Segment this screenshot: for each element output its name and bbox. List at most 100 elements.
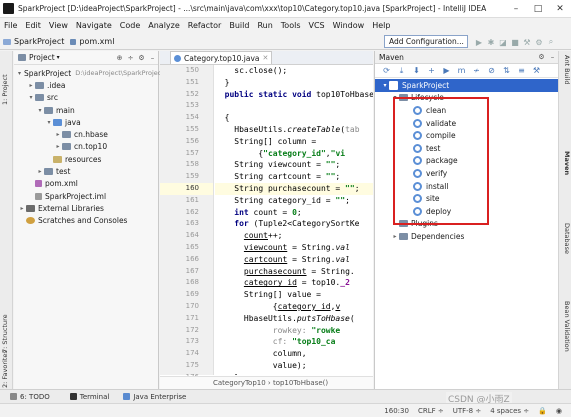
- code-line[interactable]: column,: [215, 348, 373, 360]
- code-line[interactable]: String purchasecount = "";: [215, 182, 373, 195]
- build-icon[interactable]: ⚒: [521, 38, 533, 47]
- project-tree-item[interactable]: ▾ main: [14, 104, 158, 116]
- code-line[interactable]: cartcount = String.val: [215, 254, 373, 266]
- code-line[interactable]: viewcount = String.val: [215, 242, 373, 254]
- project-panel-title[interactable]: Project: [29, 53, 55, 62]
- code-line[interactable]: category_id = top10._2: [215, 277, 373, 289]
- project-tree-item[interactable]: ▾ SparkProject D:\ideaProject\SparkProject: [14, 67, 164, 79]
- minimize-button[interactable]: –: [505, 0, 527, 17]
- menu-vcs[interactable]: VCS: [305, 18, 329, 34]
- run-maven-icon[interactable]: ▶: [439, 66, 454, 75]
- add-icon[interactable]: +: [424, 66, 439, 75]
- database-tool-tab[interactable]: Database: [560, 223, 571, 269]
- maximize-button[interactable]: □: [527, 0, 549, 17]
- project-tree-item[interactable]: ▸ cn.top10: [14, 141, 158, 153]
- menu-file[interactable]: File: [0, 18, 21, 34]
- breadcrumb-file[interactable]: pom.xml: [64, 37, 114, 46]
- code-line[interactable]: String[] column =: [215, 136, 373, 148]
- code-line[interactable]: }: [215, 77, 373, 89]
- code-line[interactable]: {category_id,v: [215, 301, 373, 313]
- file-encoding[interactable]: UTF-8 ÷: [453, 407, 482, 415]
- chevron-right-icon[interactable]: ▸: [18, 205, 26, 212]
- settings-icon[interactable]: ⚙: [533, 38, 545, 47]
- chevron-down-icon[interactable]: ▾: [18, 70, 21, 77]
- code-line[interactable]: public static void top10ToHbase: [215, 89, 373, 101]
- debug-icon[interactable]: ✱: [485, 38, 497, 47]
- show-dependencies-icon[interactable]: ⇅: [499, 66, 514, 75]
- event-log-icon[interactable]: ◉: [556, 407, 562, 415]
- menu-analyze[interactable]: Analyze: [144, 18, 184, 34]
- code-line[interactable]: purchasecount = String.: [215, 266, 373, 278]
- project-tree-item[interactable]: ▸ .idea: [14, 79, 158, 91]
- maven-dependencies-node[interactable]: ▸ Dependencies: [375, 230, 558, 243]
- generate-sources-icon[interactable]: ⤓: [394, 66, 409, 76]
- stop-icon[interactable]: ■: [509, 38, 521, 47]
- code-line[interactable]: String cartcount = "";: [215, 171, 373, 183]
- project-tree-item[interactable]: ▸ test: [14, 165, 158, 177]
- gear-icon[interactable]: ⚙: [536, 53, 547, 61]
- close-button[interactable]: ✕: [549, 0, 571, 17]
- code-line[interactable]: cf: "top10_ca: [215, 336, 373, 348]
- code-line[interactable]: for (Tuple2<CategorySortKe: [215, 218, 373, 230]
- java-enterprise-tab[interactable]: Java Enterprise: [123, 393, 186, 401]
- skip-tests-icon[interactable]: ⊘: [484, 66, 499, 75]
- menu-run[interactable]: Run: [253, 18, 276, 34]
- hide-icon[interactable]: –: [547, 53, 558, 61]
- project-tool-tab[interactable]: 1: Project: [1, 55, 12, 105]
- bean-validation-tab[interactable]: Bean Validation: [560, 301, 571, 371]
- menu-code[interactable]: Code: [116, 18, 144, 34]
- add-configuration-button[interactable]: Add Configuration...: [384, 35, 468, 48]
- code-line[interactable]: count++;: [215, 230, 373, 242]
- code-line[interactable]: sc.close();: [215, 65, 373, 77]
- code-line[interactable]: HbaseUtils.createTable(tab: [215, 124, 373, 136]
- menu-navigate[interactable]: Navigate: [72, 18, 116, 34]
- gear-icon[interactable]: ⚙: [136, 54, 147, 62]
- project-tree-item[interactable]: Scratches and Consoles: [14, 215, 158, 227]
- chevron-down-icon[interactable]: ▾: [45, 119, 53, 126]
- chevron-right-icon[interactable]: ▸: [54, 143, 62, 150]
- menu-build[interactable]: Build: [225, 18, 253, 34]
- indent-setting[interactable]: 4 spaces ÷: [490, 407, 529, 415]
- project-tree-item[interactable]: ▸ cn.hbase: [14, 128, 158, 140]
- structure-tool-tab[interactable]: 7: Structure: [1, 301, 12, 353]
- code-line[interactable]: HbaseUtils.putsToHbase(: [215, 313, 373, 325]
- code-line[interactable]: value);: [215, 360, 373, 372]
- code-line[interactable]: {: [215, 112, 373, 124]
- chevron-down-icon[interactable]: ▾: [57, 54, 60, 61]
- chevron-right-icon[interactable]: ▸: [391, 233, 399, 240]
- code-area[interactable]: sc.close(); } public static void top10To…: [215, 65, 373, 375]
- code-line[interactable]: int count = 0;: [215, 207, 373, 219]
- chevron-right-icon[interactable]: ▸: [27, 82, 35, 89]
- hide-icon[interactable]: –: [147, 54, 158, 62]
- project-tree-item[interactable]: ▸ External Libraries: [14, 202, 158, 214]
- lock-icon[interactable]: 🔒: [538, 407, 547, 415]
- search-icon[interactable]: ⌕: [545, 37, 557, 47]
- maven-settings-icon[interactable]: ⚒: [529, 66, 544, 75]
- ant-build-tab[interactable]: Ant Build: [560, 55, 571, 99]
- execute-goal-icon[interactable]: m: [454, 66, 469, 75]
- line-separator[interactable]: CRLF ÷: [418, 407, 444, 415]
- chevron-down-icon[interactable]: ▾: [27, 94, 35, 101]
- collapse-all-icon[interactable]: ≡: [514, 66, 529, 75]
- project-tree-item[interactable]: ▾ java: [14, 116, 158, 128]
- favorites-tool-tab[interactable]: 2: Favorites: [1, 350, 12, 388]
- menu-help[interactable]: Help: [368, 18, 394, 34]
- code-line[interactable]: rowkey: "rowke: [215, 325, 373, 337]
- chevron-right-icon[interactable]: ▸: [36, 168, 44, 175]
- menu-view[interactable]: View: [45, 18, 72, 34]
- project-tree-item[interactable]: pom.xml: [14, 178, 158, 190]
- caret-position[interactable]: 160:30: [384, 407, 409, 415]
- terminal-tab[interactable]: Terminal: [69, 393, 109, 401]
- editor-breadcrumb[interactable]: CategoryTop10 › top10ToHbase(): [160, 376, 373, 389]
- refresh-icon[interactable]: ⟳: [379, 66, 394, 75]
- editor-tab[interactable]: Category.top10.java ✕: [170, 51, 273, 64]
- code-line[interactable]: String category_id = "";: [215, 195, 373, 207]
- run-icon[interactable]: ▶: [473, 38, 485, 47]
- menu-window[interactable]: Window: [329, 18, 369, 34]
- chevron-down-icon[interactable]: ▾: [381, 82, 389, 89]
- locate-icon[interactable]: ⊕: [114, 54, 125, 62]
- code-line[interactable]: {"category_id","vi: [215, 148, 373, 160]
- project-tree-item[interactable]: SparkProject.iml: [14, 190, 158, 202]
- download-icon[interactable]: ⬇: [409, 66, 424, 75]
- chevron-right-icon[interactable]: ▸: [54, 131, 62, 138]
